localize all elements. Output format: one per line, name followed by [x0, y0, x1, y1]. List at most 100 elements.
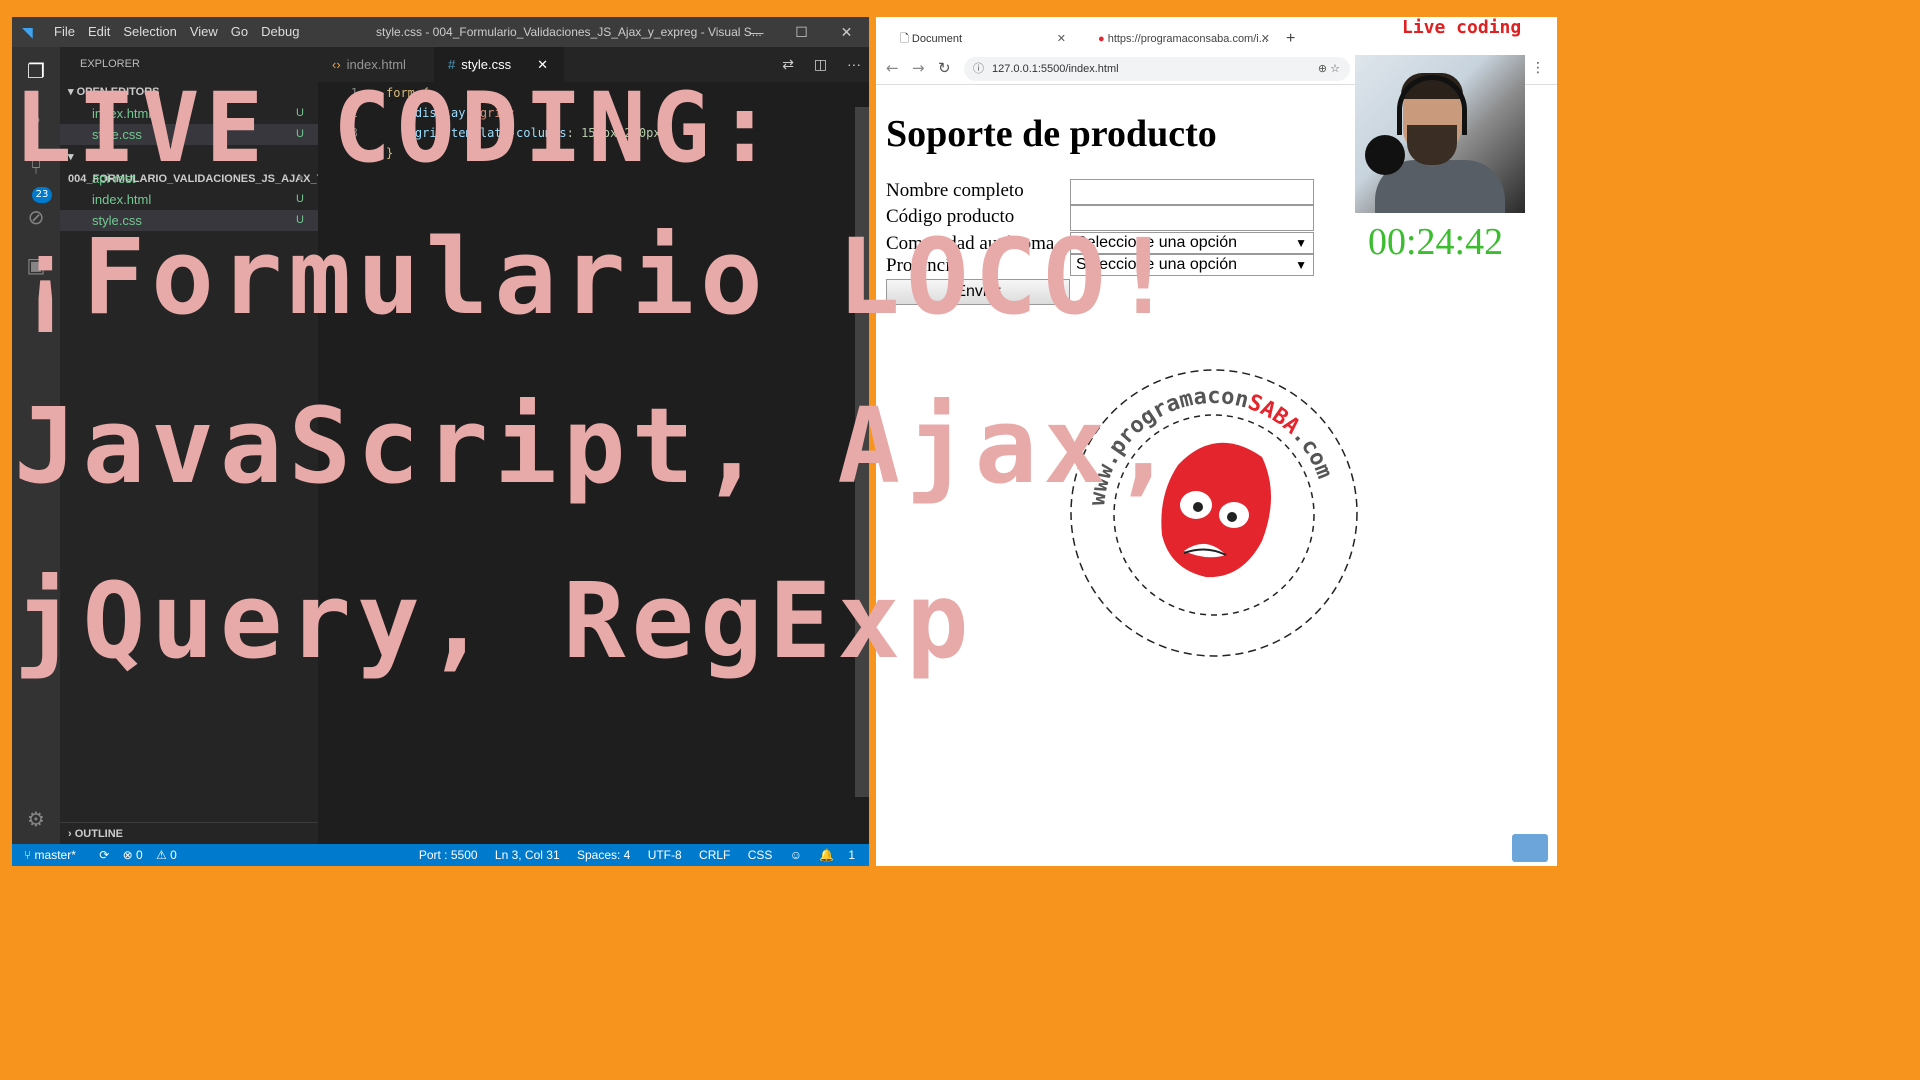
code-line: } — [386, 146, 394, 160]
explorer-sidebar: EXPLORER ▾ OPEN EDITORS index.html U styl… — [60, 47, 339, 844]
live-coding-label: Live coding — [1402, 17, 1522, 38]
back-icon[interactable]: ← — [886, 59, 899, 77]
chevron-down-icon: ▼ — [1295, 258, 1307, 272]
new-tab-icon[interactable]: + — [1286, 30, 1295, 48]
code-line: form { — [386, 86, 430, 100]
stream-timer: 00:24:42 — [1368, 221, 1504, 263]
menu-edit[interactable]: Edit — [88, 24, 110, 39]
page-title: Soporte de producto — [886, 113, 1217, 155]
vscode-menubar: File Edit Selection View Go Debug — [54, 24, 312, 39]
browser-menu-icon[interactable]: ⋮ — [1531, 60, 1545, 76]
label-codigo: Código producto — [886, 206, 1015, 227]
minimize-icon[interactable]: — — [734, 17, 779, 47]
browser-tab-programaconsaba[interactable]: ● https://programaconsaba.com/i... ✕ — [1082, 25, 1278, 53]
git-branch[interactable]: ⑂ master* — [24, 848, 86, 862]
menu-file[interactable]: File — [54, 24, 75, 39]
tab-index-html[interactable]: ‹› index.html — [318, 47, 434, 82]
microphone — [1365, 135, 1405, 175]
problems-indicator[interactable]: ⊗ 0 ⚠ 0 — [123, 848, 187, 862]
vscode-window: ◥ File Edit Selection View Go Debug styl… — [12, 17, 869, 866]
stream-frame: ◥ File Edit Selection View Go Debug styl… — [0, 0, 1568, 882]
extensions-icon[interactable]: ▣ — [24, 253, 48, 277]
code-line: display: grid; — [386, 106, 517, 120]
menu-debug[interactable]: Debug — [261, 24, 299, 39]
window-controls: — ☐ ✕ — [734, 17, 869, 47]
chevron-down-icon: ▼ — [1295, 236, 1307, 250]
codigo-input[interactable] — [1070, 205, 1314, 231]
line-number: 2 — [350, 106, 358, 120]
sync-icon[interactable]: ⟳ — [99, 848, 109, 862]
forward-icon[interactable]: → — [912, 59, 925, 77]
html-icon: ‹› — [332, 57, 341, 72]
indentation[interactable]: Spaces: 4 — [577, 848, 630, 862]
label-nombre: Nombre completo — [886, 180, 1024, 201]
open-editor-item[interactable]: index.html U — [60, 103, 318, 124]
notifications-bell[interactable]: 🔔 1 — [819, 848, 855, 862]
nombre-input[interactable] — [1070, 179, 1314, 205]
editor-actions: ⇄ ◫ ··· — [766, 56, 861, 73]
folder-section[interactable]: ▾ 004_FORMULARIO_VALIDACIONES_JS_AJAX_Y_… — [60, 146, 339, 185]
menu-selection[interactable]: Selection — [123, 24, 176, 39]
tab-close-icon[interactable]: ✕ — [537, 57, 548, 72]
zoom-bookmark-icons[interactable]: ⊕ ☆ — [1318, 57, 1340, 81]
split-editor-icon[interactable]: ◫ — [814, 56, 827, 72]
open-editor-item[interactable]: style.css U — [60, 124, 318, 145]
programaconsaba-logo: www.programaconSABA.com — [1070, 369, 1358, 657]
file-tree-item[interactable]: api-rest ● — [60, 168, 318, 189]
page-icon: 🗋 — [900, 33, 912, 45]
settings-gear-icon[interactable]: ⚙ — [24, 807, 48, 831]
browser-tab-document[interactable]: 🗋 Document ✕ — [884, 25, 1074, 53]
status-bar: ⑂ master* ⟳ ⊗ 0 ⚠ 0 Port : 5500 Ln 3, Co… — [12, 844, 869, 866]
editor-tabs: ‹› index.html # style.css ✕ ⇄ ◫ ··· — [318, 47, 869, 82]
info-icon[interactable]: ⓘ — [973, 57, 984, 81]
scm-badge: 23 — [32, 187, 52, 203]
search-icon[interactable]: ⌕ — [24, 107, 48, 131]
line-number: 3 — [350, 126, 358, 140]
file-tree-item[interactable]: index.html U — [60, 189, 318, 210]
tab-style-css[interactable]: # style.css ✕ — [434, 47, 564, 82]
reload-icon[interactable]: ↻ — [938, 59, 951, 77]
files-icon[interactable]: ❐ — [24, 59, 48, 83]
debug-icon[interactable]: ⊘ — [24, 205, 48, 229]
submit-button[interactable]: Enviar — [886, 279, 1070, 305]
more-actions-icon[interactable]: ··· — [847, 56, 861, 72]
css-icon: # — [448, 57, 456, 72]
tab-close-icon[interactable]: ✕ — [1057, 25, 1066, 53]
line-endings[interactable]: CRLF — [699, 848, 730, 862]
browser-window: 🗋 Document ✕ ● https://programaconsaba.co… — [876, 17, 1557, 866]
explorer-heading: EXPLORER — [80, 58, 140, 70]
language-mode[interactable]: CSS — [748, 848, 773, 862]
cursor-position[interactable]: Ln 3, Col 31 — [495, 848, 560, 862]
live-server-port[interactable]: Port : 5500 — [419, 848, 478, 862]
corner-avatar-icon — [1512, 834, 1548, 862]
comunidad-select[interactable]: Seleccione una opción ▼ — [1070, 232, 1314, 254]
open-editors-section[interactable]: ▾ OPEN EDITORS — [60, 81, 318, 103]
vscode-logo-icon: ◥ — [22, 24, 33, 40]
window-title: style.css - 004_Formulario_Validaciones_… — [376, 25, 762, 39]
address-bar[interactable]: ⓘ 127.0.0.1:5500/index.html ⊕ ☆ — [964, 57, 1350, 81]
mascot-face-icon — [1161, 442, 1271, 578]
webcam-feed — [1355, 55, 1525, 213]
encoding[interactable]: UTF-8 — [648, 848, 682, 862]
favicon-icon: ● — [1098, 33, 1108, 45]
line-number: 4 — [350, 146, 358, 160]
open-changes-icon[interactable]: ⇄ — [782, 56, 794, 72]
label-comunidad: Comunidad autónoma — [886, 233, 1055, 254]
file-tree-item[interactable]: style.css U — [60, 210, 318, 231]
activity-bar: ❐ ⌕ ⑂ 23 ⊘ ▣ ⚙ — [12, 47, 60, 844]
menu-go[interactable]: Go — [231, 24, 248, 39]
maximize-icon[interactable]: ☐ — [779, 17, 824, 47]
close-icon[interactable]: ✕ — [824, 17, 869, 47]
outline-section[interactable]: › OUTLINE — [60, 822, 318, 844]
tab-close-icon[interactable]: ✕ — [1261, 25, 1270, 53]
provincia-select[interactable]: Seleccione una opción ▼ — [1070, 254, 1314, 276]
editor-scrollbar[interactable] — [855, 107, 869, 797]
vscode-titlebar: ◥ File Edit Selection View Go Debug styl… — [12, 17, 869, 47]
feedback-icon[interactable]: ☺ — [790, 848, 802, 862]
source-control-icon[interactable]: ⑂ — [24, 155, 48, 179]
code-editor[interactable]: 1 form { 2 display: grid; 3 grid-templat… — [318, 82, 869, 844]
label-provincia: Provincia — [886, 255, 959, 276]
menu-view[interactable]: View — [190, 24, 218, 39]
line-number: 1 — [350, 86, 358, 100]
code-line: grid-template-columns: 150px 200px; — [386, 126, 668, 140]
